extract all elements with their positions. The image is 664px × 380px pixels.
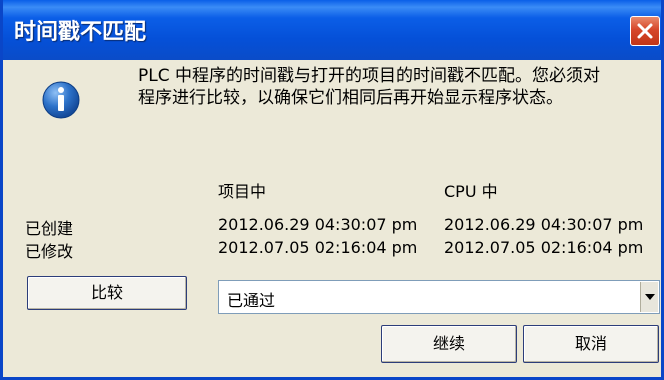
close-icon xyxy=(637,23,653,39)
row-label-created: 已创建 xyxy=(25,219,74,238)
column-header-project: 项目中 xyxy=(218,182,267,201)
modified-cpu-value: 2012.07.05 02:16:04 pm xyxy=(444,238,644,257)
created-project-value: 2012.06.29 04:30:07 pm xyxy=(218,215,418,234)
dialog-window: 时间戳不匹配 PLC 中程序的时间戳与打开的项目的时间戳不匹配。您必须对 程序进… xyxy=(0,0,664,380)
close-button[interactable] xyxy=(630,16,660,46)
info-icon xyxy=(42,81,80,119)
dialog-title: 时间戳不匹配 xyxy=(14,20,147,45)
compare-button[interactable]: 比较 xyxy=(27,276,187,310)
result-select-value: 已通过 xyxy=(227,291,276,310)
result-select[interactable]: 已通过 xyxy=(218,280,660,314)
row-label-modified: 已修改 xyxy=(25,242,74,261)
column-header-cpu: CPU 中 xyxy=(444,182,498,201)
cancel-button[interactable]: 取消 xyxy=(523,325,659,363)
created-cpu-value: 2012.06.29 04:30:07 pm xyxy=(444,215,644,234)
continue-button[interactable]: 继续 xyxy=(381,325,517,363)
message-text: PLC 中程序的时间戳与打开的项目的时间戳不匹配。您必须对 程序进行比较，以确保… xyxy=(138,66,600,108)
chevron-down-icon xyxy=(645,294,655,300)
title-bar[interactable]: 时间戳不匹配 xyxy=(3,0,661,60)
modified-project-value: 2012.07.05 02:16:04 pm xyxy=(218,238,418,257)
dropdown-button[interactable] xyxy=(640,282,658,312)
